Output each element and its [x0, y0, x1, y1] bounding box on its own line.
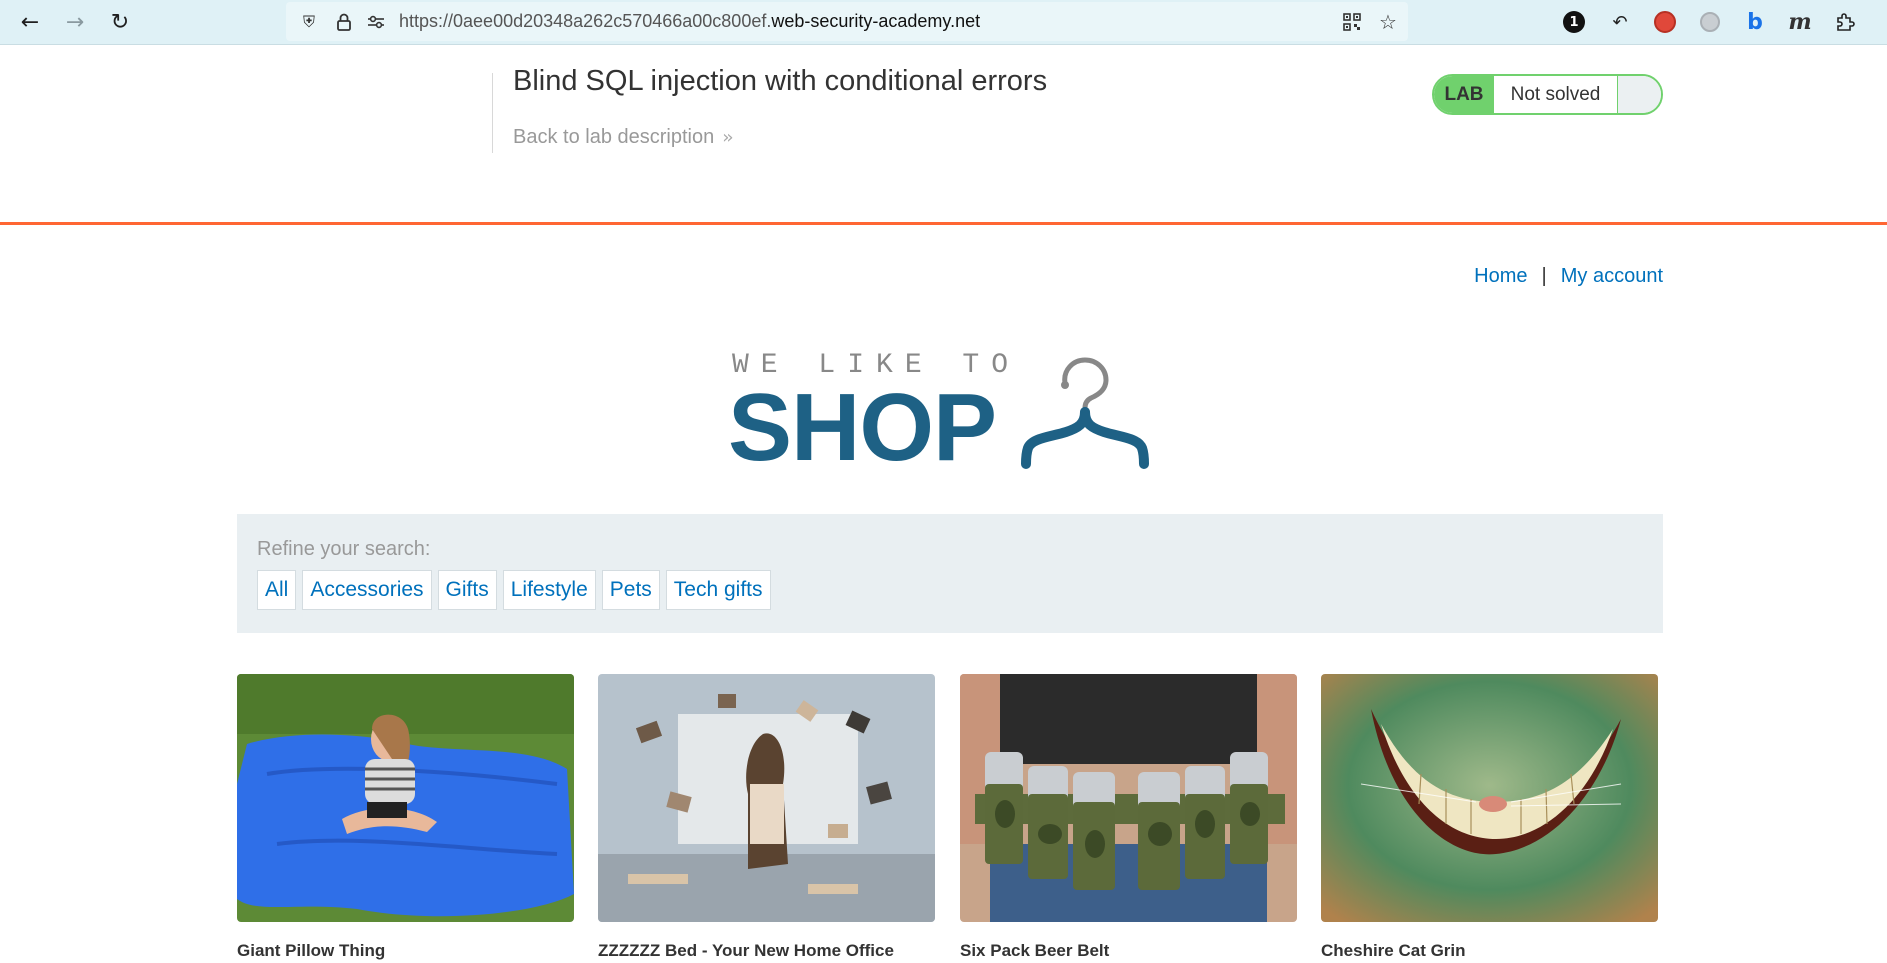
shield-icon[interactable]: ⛨	[298, 11, 320, 33]
site-settings-icon[interactable]	[365, 11, 387, 33]
product-name[interactable]: Giant Pillow Thing	[237, 941, 385, 961]
url-text[interactable]: https://0aee00d20348a262c570466a00c800ef…	[399, 11, 980, 32]
arrow-left-icon: ←	[20, 9, 40, 35]
product-card[interactable]: Giant Pillow Thing	[237, 674, 574, 960]
double-chevron-right-icon: ››	[722, 127, 734, 148]
filter-gifts[interactable]: Gifts	[437, 570, 497, 610]
extension-counter-icon[interactable]: 1	[1560, 8, 1588, 36]
browser-toolbar: ← → ↻ ⛨ https://0aee00d20348a262c570466a…	[0, 0, 1887, 45]
bing-icon[interactable]: b	[1741, 8, 1769, 36]
product-image-giant-pillow[interactable]	[237, 674, 574, 922]
hanger-icon	[1021, 357, 1149, 469]
forward-button[interactable]: →	[61, 8, 89, 36]
product-name[interactable]: Cheshire Cat Grin	[1321, 941, 1466, 961]
lock-icon[interactable]	[333, 11, 355, 33]
filter-accessories[interactable]: Accessories	[302, 570, 432, 610]
product-card[interactable]: ZZZZZZ Bed - Your New Home Office	[598, 674, 935, 960]
my-account-link[interactable]: My account	[1561, 265, 1663, 288]
lab-status-text: Not solved	[1494, 76, 1618, 113]
back-link-label: Back to lab description	[513, 126, 715, 148]
lab-status-widget: LAB Not solved	[1432, 74, 1663, 115]
logo-shop-text: SHOP	[728, 374, 997, 481]
filter-lifestyle[interactable]: Lifestyle	[502, 570, 596, 610]
address-bar[interactable]: ⛨ https://0aee00d20348a262c570466a00c800…	[286, 2, 1408, 41]
product-image-cheshire-cat-grin[interactable]	[1321, 674, 1658, 922]
url-domain: web-security-academy.net	[771, 11, 981, 31]
filter-pets[interactable]: Pets	[601, 570, 660, 610]
url-prefix: https://0aee00d20348a262c570466a00c800ef…	[399, 11, 772, 31]
nav-separator: |	[1541, 265, 1547, 287]
refine-search-label: Refine your search:	[257, 538, 431, 560]
reload-icon: ↻	[110, 9, 130, 35]
undo-arrow-icon[interactable]: ↶	[1606, 8, 1634, 36]
back-to-lab-description-link[interactable]: Back to lab description ››	[513, 126, 734, 149]
filter-tech-gifts[interactable]: Tech gifts	[665, 570, 771, 610]
product-image-six-pack-beer-belt[interactable]	[960, 674, 1297, 922]
top-nav: Home | My account	[1474, 265, 1663, 288]
lab-header-divider	[492, 73, 493, 153]
home-link[interactable]: Home	[1474, 265, 1527, 288]
arrow-right-icon: →	[65, 9, 85, 35]
lab-header: Blind SQL injection with conditional err…	[0, 45, 1887, 225]
category-filter-list: All Accessories Gifts Lifestyle Pets Tec…	[257, 570, 771, 610]
filter-all[interactable]: All	[257, 570, 297, 610]
product-card[interactable]: Cheshire Cat Grin	[1321, 674, 1658, 960]
red-extension-icon[interactable]	[1651, 8, 1679, 36]
product-image-zzzzzz-bed[interactable]	[598, 674, 935, 922]
lab-title: Blind SQL injection with conditional err…	[513, 65, 1048, 97]
qr-code-icon[interactable]	[1341, 11, 1363, 33]
reload-button[interactable]: ↻	[106, 8, 134, 36]
bookmark-star-icon[interactable]: ☆	[1377, 10, 1399, 34]
extensions-puzzle-icon[interactable]	[1831, 8, 1859, 36]
shop-logo: WE LIKE TO SHOP	[728, 350, 1168, 476]
back-button[interactable]: ←	[16, 8, 44, 36]
product-name[interactable]: ZZZZZZ Bed - Your New Home Office	[598, 941, 894, 961]
refine-search-box: Refine your search: All Accessories Gift…	[237, 514, 1663, 633]
lab-status-end	[1618, 76, 1661, 113]
gray-extension-icon[interactable]	[1696, 8, 1724, 36]
extension-badge-count: 1	[1563, 11, 1585, 33]
lab-tag: LAB	[1434, 76, 1494, 113]
product-card[interactable]: Six Pack Beer Belt	[960, 674, 1297, 960]
m-extension-icon[interactable]: m	[1786, 8, 1814, 36]
product-name[interactable]: Six Pack Beer Belt	[960, 941, 1109, 961]
